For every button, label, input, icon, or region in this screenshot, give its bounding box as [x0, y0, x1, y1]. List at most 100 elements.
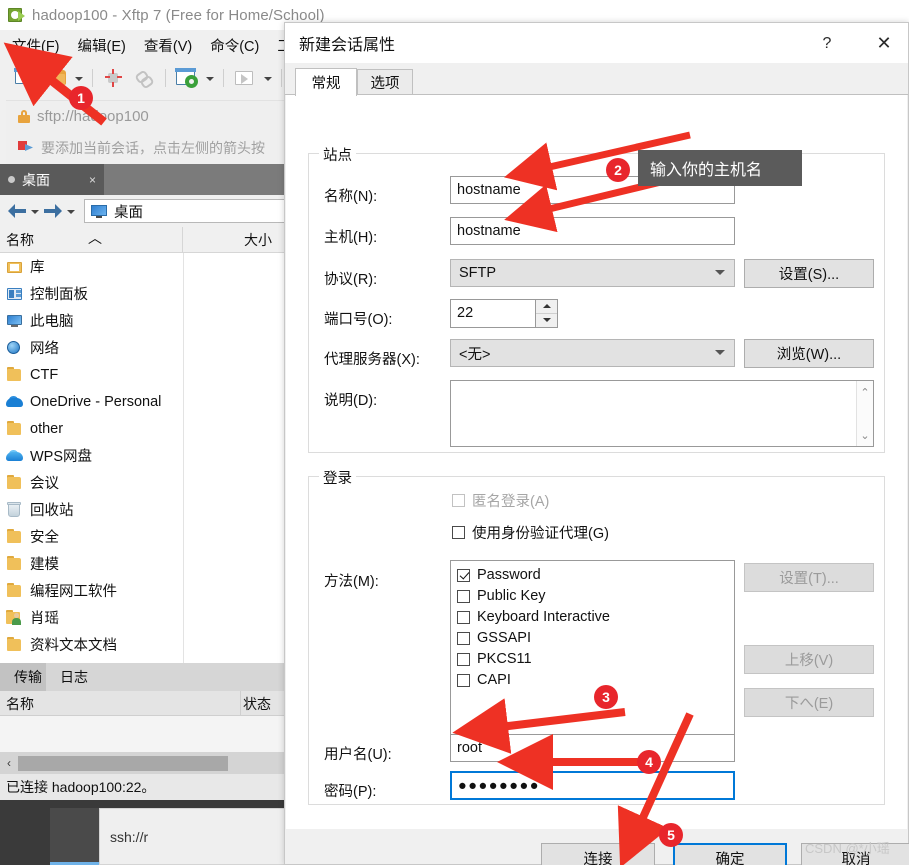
connect-button[interactable]: 连接 [541, 843, 655, 865]
port-spin-buttons[interactable] [535, 300, 557, 327]
port-value: 22 [457, 304, 474, 321]
annotation-badge-5: 5 [659, 823, 683, 847]
recycle-bin-icon [6, 501, 24, 518]
scroll-down-icon[interactable]: ⌄ [857, 426, 873, 444]
method-label-pkcs11: PKCS11 [477, 651, 532, 667]
site-group-legend: 站点 [319, 144, 356, 165]
column-header-name[interactable]: 名称 ︿ [0, 227, 183, 253]
method-item-gssapi[interactable]: GSSAPI [457, 630, 734, 646]
folder-icon [6, 420, 24, 437]
method-item-password[interactable]: Password [457, 567, 734, 583]
settings-dropdown-caret-icon[interactable] [204, 66, 215, 90]
username-input[interactable]: root [450, 734, 735, 762]
spin-up-icon[interactable] [536, 300, 557, 314]
screenshot-root: hadoop100 - Xftp 7 (Free for Home/School… [0, 0, 909, 865]
method-item-public-key[interactable]: Public Key [457, 588, 734, 604]
scroll-left-icon[interactable]: ‹ [0, 752, 18, 774]
tab-general-label: 常规 [311, 76, 341, 92]
ok-button[interactable]: 确定 [673, 843, 787, 865]
method-item-pkcs11[interactable]: PKCS11 [457, 651, 734, 667]
open-folder-icon[interactable] [43, 66, 69, 90]
file-name: OneDrive - Personal [30, 393, 162, 410]
menu-file[interactable]: 文件(F) [12, 35, 60, 56]
tab-log-label: 日志 [60, 669, 88, 685]
move-up-button[interactable]: 上移(V) [744, 645, 874, 674]
run-icon[interactable] [232, 66, 258, 90]
folder-icon [6, 528, 24, 545]
tab-log[interactable]: 日志 [46, 663, 102, 691]
file-name: 网络 [30, 341, 59, 357]
transfer-column-name[interactable]: 名称 [6, 691, 34, 716]
session-settings-icon[interactable] [174, 66, 200, 90]
menu-edit[interactable]: 编辑(E) [78, 35, 126, 56]
move-down-button[interactable]: 下へ(E) [744, 688, 874, 717]
transfer-column-status[interactable]: 状态 [243, 691, 271, 716]
method-item-keyboard-interactive[interactable]: Keyboard Interactive [457, 609, 734, 625]
chevron-down-icon [715, 270, 725, 276]
back-history-caret-icon[interactable] [28, 200, 42, 222]
taskbar-item-active[interactable] [50, 808, 99, 865]
file-name: WPS网盘 [30, 449, 93, 465]
checkbox-box [457, 589, 470, 603]
annotation-badge-3: 3 [594, 685, 618, 709]
method-item-capi[interactable]: CAPI [457, 672, 734, 688]
file-name: 库 [30, 260, 45, 276]
column-header-size-label: 大小 [244, 232, 272, 248]
disconnect-icon[interactable] [101, 66, 127, 90]
close-icon[interactable]: ✕ [860, 23, 908, 63]
password-input[interactable]: ●●●●●●●● [450, 771, 735, 800]
auth-methods-list[interactable]: Password Public Key Keyboard Interactive… [450, 560, 735, 735]
column-header-size[interactable]: 大小 [184, 227, 280, 253]
port-stepper[interactable]: 22 [450, 299, 558, 328]
scroll-up-icon[interactable]: ⌃ [857, 383, 873, 401]
taskbar-item-ssh[interactable]: ssh://r [99, 808, 299, 865]
forward-history-caret-icon[interactable] [64, 200, 78, 222]
checkbox-box [452, 526, 465, 539]
menu-command[interactable]: 命令(C) [210, 35, 259, 56]
protocol-settings-button[interactable]: 设置(S)... [744, 259, 874, 288]
toolbar-separator [223, 69, 224, 87]
host-input[interactable]: hostname [450, 217, 735, 245]
panel-tab-desktop[interactable]: 桌面 × [0, 164, 104, 195]
annotation-badge-2: 2 [606, 158, 630, 182]
dialog-tabstrip: 常规 选项 [285, 63, 908, 96]
checkbox-box [457, 652, 470, 666]
folder-icon [6, 555, 24, 572]
use-auth-agent-label: 使用身份验证代理(G) [472, 526, 609, 542]
folder-icon [6, 366, 24, 383]
protocol-select[interactable]: SFTP [450, 259, 735, 287]
proxy-value: <无> [459, 346, 491, 363]
description-textarea[interactable]: ⌃ ⌄ [450, 380, 874, 447]
username-label: 用户名(U): [324, 747, 392, 763]
tab-options[interactable]: 选项 [357, 69, 413, 95]
help-icon[interactable]: ? [810, 31, 844, 57]
close-icon[interactable]: × [89, 173, 96, 187]
new-session-icon[interactable] [13, 66, 39, 90]
library-icon [6, 259, 24, 275]
checkbox-box [452, 494, 465, 507]
use-auth-agent-checkbox[interactable]: 使用身份验证代理(G) [452, 522, 609, 543]
name-label: 名称(N): [324, 189, 378, 205]
tab-general[interactable]: 常规 [295, 68, 357, 96]
method-settings-button[interactable]: 设置(T)... [744, 563, 874, 592]
protocol-label: 协议(R): [324, 272, 378, 288]
scrollbar-thumb[interactable] [18, 755, 228, 771]
dialog-body: 站点 名称(N): hostname 主机(H): hostname 协议(R)… [286, 95, 907, 829]
folder-icon [6, 636, 24, 653]
description-scrollbar[interactable]: ⌃ ⌄ [856, 381, 873, 446]
xftp-icon [8, 7, 25, 23]
method-label-password: Password [477, 567, 541, 583]
link-icon[interactable] [131, 66, 157, 90]
spin-down-icon[interactable] [536, 314, 557, 328]
forward-arrow-icon[interactable] [42, 200, 64, 222]
anonymous-login-checkbox[interactable]: 匿名登录(A) [452, 490, 549, 511]
menu-view[interactable]: 查看(V) [144, 35, 192, 56]
proxy-browse-button[interactable]: 浏览(W)... [744, 339, 874, 368]
run-dropdown-caret-icon[interactable] [262, 66, 273, 90]
proxy-select[interactable]: <无> [450, 339, 735, 367]
lock-icon [18, 110, 30, 123]
back-arrow-icon[interactable] [6, 200, 28, 222]
method-label-gssapi: GSSAPI [477, 630, 531, 646]
file-name: 回收站 [30, 503, 74, 519]
transfer-column-divider [240, 691, 241, 716]
